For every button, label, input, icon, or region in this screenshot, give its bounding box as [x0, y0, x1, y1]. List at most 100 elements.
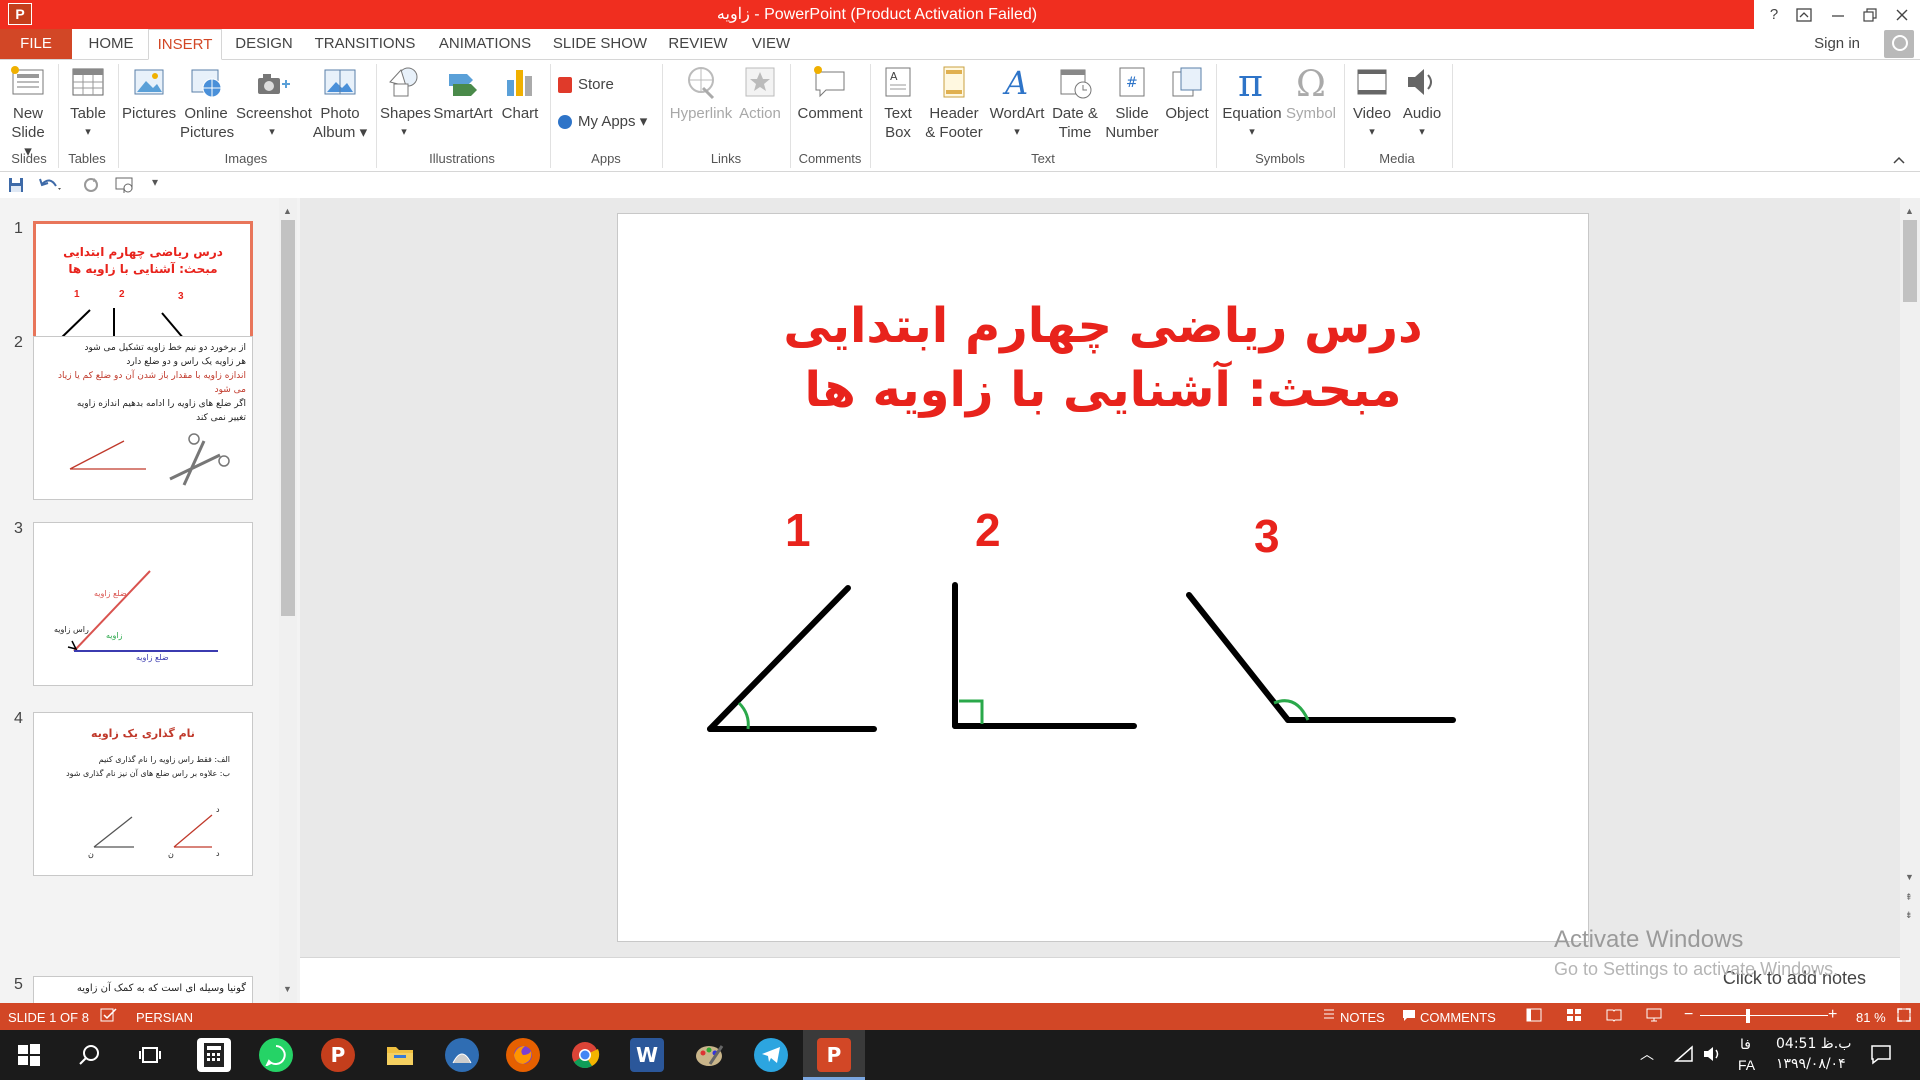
word-icon[interactable]: W	[630, 1038, 664, 1072]
text-box-button[interactable]: A Text Box	[874, 64, 922, 142]
zoom-out-button[interactable]: −	[1684, 1006, 1693, 1024]
slide-thumbnail-pane: 1 درس ریاضی چهارم ابتدایی مبحث: آشنایی ب…	[0, 198, 300, 1003]
windows-start-icon[interactable]	[12, 1038, 46, 1072]
next-slide-icon[interactable]: ⇟	[1905, 910, 1913, 921]
close-icon[interactable]	[1882, 0, 1920, 29]
hyperlink-button[interactable]: Hyperlink	[666, 64, 736, 123]
symbol-button[interactable]: Ω Symbol	[1284, 64, 1338, 123]
start-slideshow-icon[interactable]	[114, 176, 136, 199]
slide-thumbnail-3[interactable]: ضلع زاویه راس زاویه زاویه ضلع زاویه	[33, 522, 253, 686]
calculator-icon[interactable]	[197, 1038, 231, 1072]
customize-qat-icon[interactable]: ▾	[152, 175, 158, 189]
volume-icon[interactable]	[1702, 1045, 1722, 1066]
app-icon-blue[interactable]	[445, 1038, 479, 1072]
comment-button[interactable]: Comment	[794, 64, 866, 123]
chrome-icon[interactable]	[568, 1038, 602, 1072]
notes-icon[interactable]	[1322, 1007, 1336, 1024]
redo-icon[interactable]	[82, 176, 100, 199]
action-center-icon[interactable]	[1870, 1043, 1892, 1068]
undo-icon[interactable]	[38, 176, 62, 199]
tab-file[interactable]: FILE	[0, 29, 72, 59]
equation-button[interactable]: π Equation ▾	[1220, 61, 1284, 142]
spellcheck-icon[interactable]	[100, 1007, 118, 1026]
reading-view-icon[interactable]	[1606, 1008, 1622, 1025]
zoom-in-button[interactable]: +	[1828, 1006, 1837, 1024]
search-icon[interactable]	[72, 1038, 106, 1072]
table-button[interactable]: Table ▾	[64, 64, 112, 142]
slide-number-button[interactable]: # Slide Number	[1104, 64, 1160, 142]
taskbar-active-item[interactable]: P	[803, 1030, 865, 1080]
normal-view-icon[interactable]	[1526, 1008, 1542, 1025]
comments-toggle-button[interactable]: COMMENTS	[1420, 1010, 1496, 1025]
show-hidden-icons[interactable]: ︿	[1640, 1044, 1654, 1064]
scroll-up-icon[interactable]: ▲	[283, 206, 292, 216]
group-label-media: Media	[1379, 151, 1415, 166]
tab-transitions[interactable]: TRANSITIONS	[312, 29, 418, 59]
online-pictures-button[interactable]: Online Pictures	[180, 64, 234, 142]
paint-icon[interactable]	[692, 1038, 726, 1072]
comments-icon[interactable]	[1402, 1008, 1416, 1025]
zoom-level[interactable]: 81 %	[1856, 1010, 1886, 1025]
tab-insert[interactable]: INSERT	[148, 29, 222, 60]
screenshot-button[interactable]: Screenshot ▾	[236, 64, 312, 142]
video-button[interactable]: Video ▾	[1348, 64, 1396, 142]
notes-toggle-button[interactable]: NOTES	[1340, 1010, 1385, 1025]
task-view-icon[interactable]	[133, 1038, 167, 1072]
language-indicator[interactable]: PERSIAN	[136, 1010, 193, 1025]
pictures-button[interactable]: Pictures	[122, 64, 176, 123]
zoom-slider-track[interactable]	[1700, 1015, 1828, 1016]
save-icon[interactable]	[8, 177, 24, 198]
tab-view[interactable]: VIEW	[746, 29, 796, 59]
wordart-button[interactable]: A WordArt ▾	[988, 64, 1046, 142]
smartart-button[interactable]: SmartArt	[432, 64, 494, 123]
slide-thumbnail-4[interactable]: نام گذاری یک زاویه الف: فقط راس زاویه را…	[33, 712, 253, 876]
action-button[interactable]: Action	[736, 64, 784, 123]
slide-thumbnail-5[interactable]: گونیا وسیله ای است که به کمک آن زاویه	[33, 976, 253, 1003]
scroll-up-icon[interactable]: ▲	[1905, 206, 1914, 216]
tab-home[interactable]: HOME	[84, 29, 138, 59]
header-footer-label-2: & Footer	[925, 124, 983, 141]
file-explorer-icon[interactable]	[383, 1038, 417, 1072]
shapes-button[interactable]: Shapes ▾	[380, 64, 431, 142]
tab-animations[interactable]: ANIMATIONS	[432, 29, 538, 59]
clock-date[interactable]: ۱۳۹۹/۰۸/۰۴	[1776, 1056, 1846, 1072]
photo-album-button[interactable]: Photo Album ▾	[312, 64, 368, 142]
fit-slide-icon[interactable]	[1896, 1007, 1912, 1026]
scroll-down-icon[interactable]: ▼	[1905, 872, 1914, 882]
slide-scroll-thumb[interactable]	[1903, 220, 1917, 302]
collapse-ribbon-icon[interactable]	[1892, 152, 1906, 170]
whatsapp-icon[interactable]	[259, 1038, 293, 1072]
clock-time[interactable]: 04:51 ب.ظ	[1776, 1036, 1851, 1052]
avatar[interactable]	[1884, 30, 1914, 58]
thumbnail-scroll-thumb[interactable]	[281, 220, 295, 616]
header-footer-button[interactable]: Header & Footer	[924, 64, 984, 142]
shapes-icon	[386, 64, 422, 100]
previous-slide-icon[interactable]: ⇞	[1905, 892, 1913, 903]
chart-button[interactable]: Chart	[498, 64, 542, 123]
scroll-down-icon[interactable]: ▼	[283, 984, 292, 994]
slide-sorter-icon[interactable]	[1566, 1008, 1582, 1025]
input-language-persian[interactable]: فا	[1740, 1037, 1751, 1053]
pdf-editor-icon[interactable]: P	[321, 1038, 355, 1072]
tab-design[interactable]: DESIGN	[232, 29, 296, 59]
new-slide-button[interactable]: New Slide ▾	[6, 64, 50, 161]
slide-thumbnail-2[interactable]: از برخورد دو نیم خط زاویه تشکیل می شود ه…	[33, 336, 253, 500]
sign-in-link[interactable]: Sign in	[1814, 35, 1860, 52]
my-apps-button[interactable]: My Apps ▾	[558, 112, 647, 130]
slide-scrollbar[interactable]: ▲ ▼ ⇞ ⇟	[1900, 198, 1920, 1003]
tab-review[interactable]: REVIEW	[664, 29, 732, 59]
slideshow-view-icon[interactable]	[1646, 1008, 1662, 1025]
tab-slide-show[interactable]: SLIDE SHOW	[552, 29, 648, 59]
input-language[interactable]: FA	[1738, 1057, 1755, 1073]
store-button[interactable]: Store	[558, 76, 614, 94]
firefox-icon[interactable]	[506, 1038, 540, 1072]
wifi-icon[interactable]	[1674, 1045, 1694, 1066]
zoom-slider-thumb[interactable]	[1746, 1009, 1750, 1023]
thumbnail-scrollbar[interactable]: ▲ ▼	[279, 198, 297, 1003]
telegram-icon[interactable]	[754, 1038, 788, 1072]
powerpoint-taskbar-icon[interactable]: P	[817, 1038, 851, 1072]
object-button[interactable]: Object	[1162, 64, 1212, 123]
date-time-button[interactable]: Date & Time	[1048, 64, 1102, 142]
audio-button[interactable]: Audio ▾	[1398, 64, 1446, 142]
current-slide[interactable]: درس ریاضی چهارم ابتدایی مبحث: آشنایی با …	[617, 213, 1589, 942]
